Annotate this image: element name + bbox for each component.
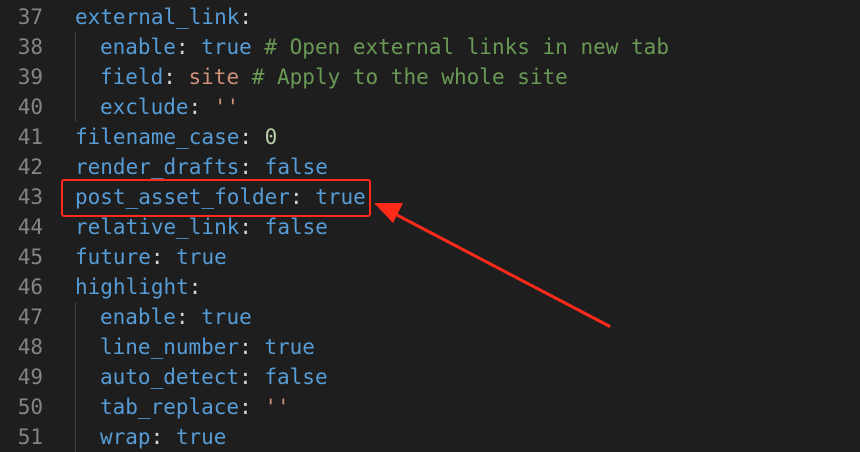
annotation-arrow-icon [374, 203, 611, 328]
code-editor[interactable]: 37 external_link: 38 enable: true # Open ex… [0, 0, 860, 452]
